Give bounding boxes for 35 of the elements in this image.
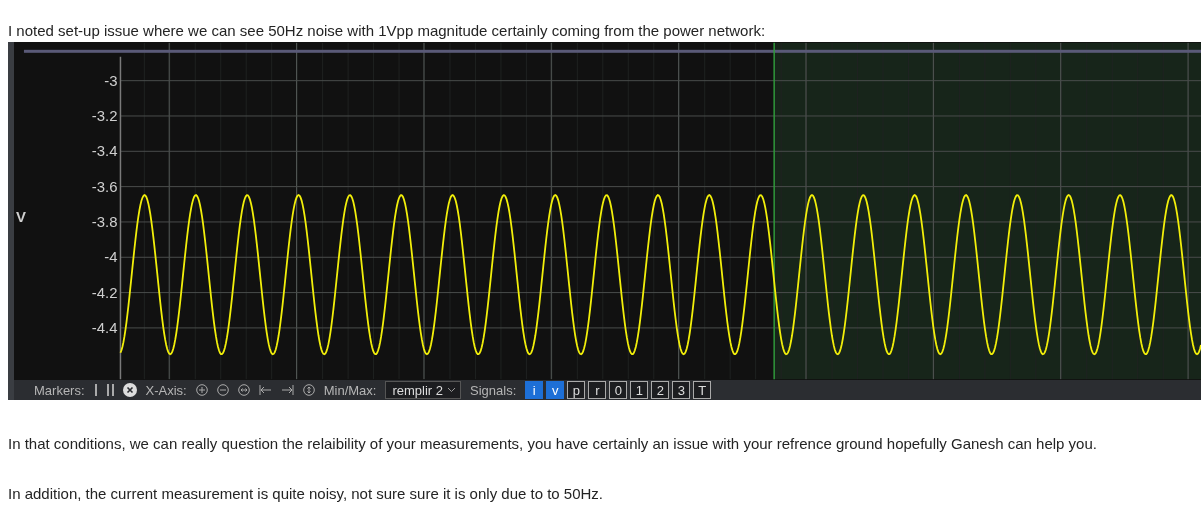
go-to-end-icon[interactable] — [280, 384, 294, 396]
y-tick-label: -4.2 — [91, 283, 118, 301]
signal-toggle[interactable]: v — [546, 381, 565, 399]
signal-toggle[interactable]: 1 — [630, 381, 649, 399]
y-tick-label: -3.4 — [91, 142, 118, 160]
intro-text: I noted set-up issue where we can see 50Hz noise with 1Vpp magnitude certainly coming from the power network: — [8, 21, 767, 41]
y-unit-label: V — [16, 207, 26, 225]
signal-toggle[interactable]: p — [567, 381, 586, 399]
go-to-start-icon[interactable] — [258, 384, 272, 396]
zoom-in-icon[interactable] — [195, 384, 208, 396]
y-tick-label: -3 — [104, 71, 118, 89]
markers-label: Markers: — [34, 382, 85, 398]
x-axis-label: X-Axis: — [145, 382, 187, 398]
signal-toggle[interactable]: T — [693, 381, 712, 399]
vertical-fit-icon[interactable] — [302, 384, 315, 396]
min-max-label: Min/Max: — [323, 382, 377, 398]
chevron-down-icon — [447, 387, 457, 393]
signal-toggle[interactable]: i — [525, 381, 544, 399]
clear-icon[interactable] — [122, 383, 137, 397]
zoom-out-icon[interactable] — [216, 384, 229, 396]
signal-toggle[interactable]: r — [588, 381, 607, 399]
paragraph-text: In that conditions, we can really question the relaibility of your measurements, you have certainly an issue with your refrence ground hopefully Ganesh can help you. — [8, 434, 1098, 454]
y-tick-label: -4 — [104, 248, 118, 266]
signal-toggle[interactable]: 2 — [651, 381, 670, 399]
y-tick-label: -3.8 — [91, 212, 118, 230]
y-tick-label: -3.2 — [91, 106, 118, 124]
fit-width-icon[interactable] — [237, 384, 250, 396]
signal-toggle[interactable]: 3 — [672, 381, 691, 399]
min-max-dropdown[interactable]: remplir 2 — [385, 381, 462, 399]
double-marker-icon[interactable] — [106, 384, 114, 396]
y-tick-label: -3.6 — [91, 177, 118, 195]
signal-toggle[interactable]: 0 — [609, 381, 628, 399]
signals-label: Signals: — [470, 382, 517, 398]
y-tick-label: -4.4 — [91, 318, 118, 336]
paragraph-text: In addition, the current measurement is quite noisy, not sure sure it is only due to to 50Hz. — [8, 484, 605, 504]
